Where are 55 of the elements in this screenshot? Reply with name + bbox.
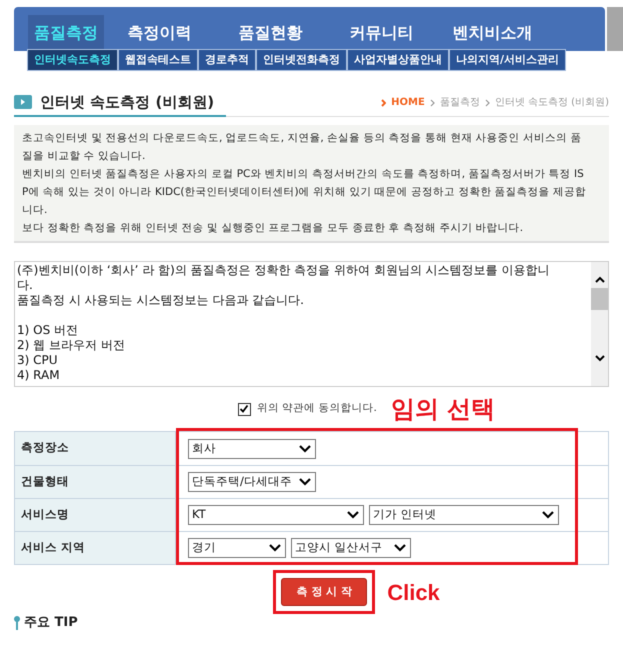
description-text: 보다 정확한 측정을 위해 인터넷 전송 및 실행중인 프로그램을 모두 종료한 후 측정해 주시기 바랍니다. [22, 221, 524, 236]
dropdown-select[interactable]: 단독주택/다세대주 [188, 472, 316, 492]
description-text: 벤치비의 인터넷 품질측정은 사용자의 로컬 PC와 벤치비의 측정서버간의 속도를 측정하며, 품질측정서버가 특정 ISP에 속해 있는 것이 아니라 KIDC(한국인터넷데이터센터)에 위치해 있기 때문에 공정하고 정확한 품질측정을 제공합니다. [22, 167, 587, 218]
form-label: 측정장소 [15, 432, 176, 465]
sub-nav-tab[interactable]: 사업자별상품안내 [347, 49, 449, 71]
chevron-down-icon [298, 477, 312, 487]
terms-line: 1) OS 버전 [17, 323, 80, 338]
sub-nav-tab[interactable]: 인터넷속도측정 [27, 49, 118, 71]
chevron-right-icon [430, 98, 435, 106]
sub-nav-tab[interactable]: 경로추적 [198, 49, 256, 71]
main-nav-tab[interactable]: 측정이력 [104, 15, 215, 51]
dropdown-select[interactable]: 고양시 일산서구 [291, 538, 411, 558]
chevron-down-icon [594, 354, 604, 362]
tip-heading: 주요 TIP [24, 615, 78, 632]
dropdown-select[interactable]: 회사 [188, 438, 316, 458]
chevron-down-icon [541, 510, 555, 520]
main-nav-tab[interactable]: 품질현황 [215, 15, 326, 51]
dropdown-select[interactable]: KT [188, 505, 364, 525]
chevron-down-icon [346, 510, 360, 520]
scroll-thumb[interactable] [591, 288, 608, 310]
side-block [607, 7, 623, 51]
main-nav-tab[interactable]: 커뮤니티 [326, 15, 437, 51]
agree-checkbox[interactable] [238, 402, 251, 416]
terms-textarea[interactable]: (주)벤치비(이하 ‘회사’ 라 함)의 품질측정은 정확한 측정을 위하여 회원님의 시스템정보를 이용합니다. 품질측정 시 사용되는 시스템정보는 다음과 같습니다. 1) OS 버전 2) 웹 브라우저 버전 3) CPU 4) RAM [14, 261, 609, 387]
main-nav-tab[interactable]: 품질측정 [28, 15, 104, 51]
chevron-right-icon [484, 98, 490, 106]
dropdown-select[interactable]: 경기 [188, 538, 286, 558]
check-icon [239, 404, 250, 414]
pin-icon [14, 616, 20, 630]
form-label: 서비스명 [15, 499, 176, 531]
sub-nav-tab[interactable]: 인터넷전화측정 [256, 49, 347, 71]
terms-line: 3) CPU [17, 353, 59, 368]
caret-icon [381, 98, 386, 106]
terms-line: 4) RAM [17, 368, 61, 383]
description-text: 초고속인터넷 및 전용선의 다운로드속도, 업로드속도, 지연율, 손실율 등의 측정을 통해 현재 사용중인 서비스의 품질을 비교할 수 있습니다. [22, 131, 582, 164]
chevron-up-icon [594, 276, 604, 284]
terms-line: 2) 웹 브라우저 버전 [17, 338, 126, 353]
chevron-down-icon [298, 444, 312, 454]
terms-line: (주)벤치비(이하 ‘회사’ 라 함)의 품질측정은 정확한 측정을 위하여 회원님의 시스템정보를 이용합니다. [17, 263, 550, 293]
dropdown-select[interactable]: 기가 인터넷 [369, 505, 559, 525]
play-icon [14, 95, 32, 109]
sub-nav-tab[interactable]: 웹접속테스트 [118, 49, 198, 71]
agree-label: 위의 약관에 동의합니다. [256, 401, 377, 416]
form-label: 서비스 지역 [15, 532, 176, 564]
page-title: 인터넷 속도측정 (비회원) [40, 92, 214, 113]
chevron-down-icon [393, 543, 407, 553]
scrollbar[interactable] [591, 262, 608, 386]
annotation-text: 임의 선택 [390, 394, 496, 425]
form-label: 건물형태 [15, 466, 176, 498]
annotation-text: Click [387, 578, 440, 607]
chevron-down-icon [268, 543, 282, 553]
start-button[interactable]: 측 정 시 작 [281, 578, 368, 606]
main-nav-tab[interactable]: 벤치비소개 [437, 15, 548, 51]
sub-nav-tab[interactable]: 나의지역/서비스관리 [449, 49, 566, 71]
terms-line: 품질측정 시 사용되는 시스템정보는 다음과 같습니다. [17, 293, 305, 308]
